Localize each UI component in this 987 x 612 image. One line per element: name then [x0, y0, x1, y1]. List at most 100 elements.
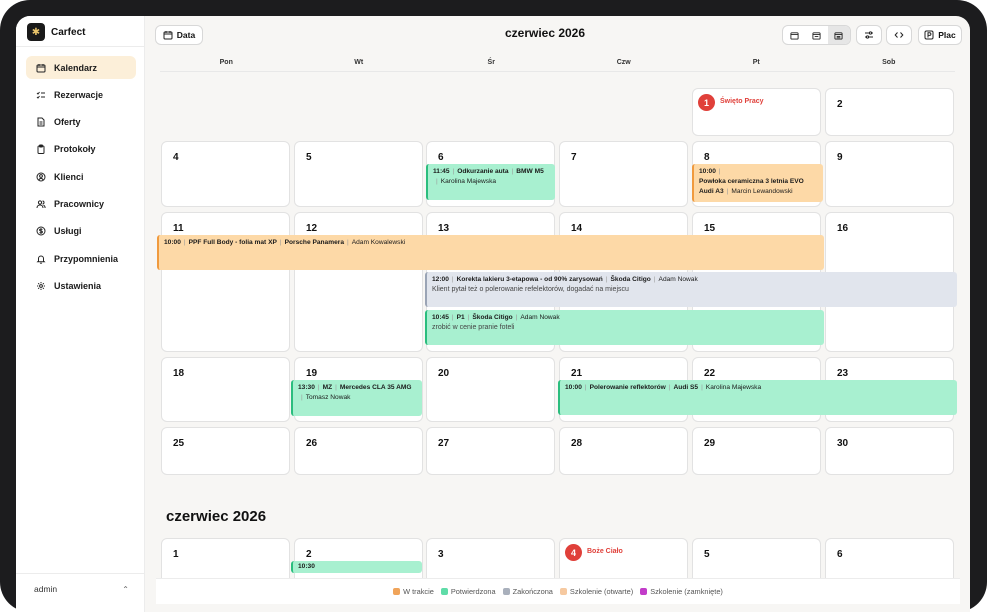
- day-cell[interactable]: 9: [825, 141, 954, 207]
- day-cell[interactable]: 30: [825, 427, 954, 475]
- weekday-label: Czw: [616, 59, 631, 66]
- day-number: 27: [438, 438, 450, 449]
- day-number: 16: [837, 223, 849, 234]
- brand-logo-icon: ✱: [27, 23, 45, 41]
- sidebar-item-ustawienia[interactable]: Ustawienia: [26, 274, 136, 297]
- event-car: Škoda Citigo: [472, 314, 513, 321]
- day-number: 18: [173, 368, 185, 379]
- view-switcher: [782, 25, 851, 45]
- day-cell[interactable]: 5: [294, 141, 423, 207]
- filter-button[interactable]: [856, 25, 882, 45]
- separator: |: [301, 394, 303, 401]
- calendar-day-icon: [790, 31, 799, 40]
- reservation-event[interactable]: 12:00 | Korekta lakieru 3-etapowa - od 90%…: [425, 272, 957, 307]
- event-time: 13:30: [298, 384, 315, 391]
- day-cell[interactable]: 4: [161, 141, 290, 207]
- sidebar-item-kalendarz[interactable]: Kalendarz: [26, 56, 136, 79]
- plac-label: Plac: [938, 30, 956, 40]
- date-picker-button[interactable]: Data: [155, 25, 203, 45]
- day-cell[interactable]: 12: [294, 212, 423, 352]
- day-cell[interactable]: 25: [161, 427, 290, 475]
- sidebar-item-uslugi[interactable]: Usługi: [26, 220, 136, 243]
- sidebar-item-przypomnienia[interactable]: Przypomnienia: [26, 247, 136, 270]
- reservation-event[interactable]: 11:45 | Odkurzanie auta | BMW M5 | Karolina M…: [426, 164, 555, 200]
- calendar-week-icon: [812, 31, 821, 40]
- sidebar-item-oferty[interactable]: Oferty: [26, 111, 136, 134]
- code-view-button[interactable]: [886, 25, 912, 45]
- calendar-toolbar: Data czerwiec 2026 Plac: [145, 16, 970, 54]
- reservation-event[interactable]: 10:00 | Polerowanie reflektorów | Audi S5 | Ka…: [558, 380, 957, 415]
- event-service: MZ: [322, 384, 333, 391]
- plac-button[interactable]: Plac: [918, 25, 962, 45]
- event-time: 10:45: [432, 314, 449, 321]
- legend-label: Zakończona: [512, 587, 553, 596]
- reservation-event[interactable]: 10:45 | P1 | Škoda Citigo | Adam Nowak zrobić …: [425, 310, 824, 345]
- day-number: 23: [837, 368, 849, 379]
- app-screen: ✱ Carfect Kalendarz Rezerwacje Oferty Pr…: [16, 16, 970, 612]
- day-cell[interactable]: 28: [559, 427, 688, 475]
- legend-swatch: [502, 588, 510, 595]
- sidebar-item-label: Ustawienia: [54, 280, 102, 291]
- sidebar-item-klienci[interactable]: Klienci: [26, 165, 136, 188]
- separator: |: [279, 239, 282, 246]
- day-number: 1: [173, 549, 179, 560]
- event-service: P1: [456, 314, 465, 321]
- sidebar-item-protokoly[interactable]: Protokoły: [26, 138, 136, 161]
- day-number: 2: [837, 99, 843, 110]
- separator: |: [668, 384, 671, 391]
- day-number: 5: [704, 549, 710, 560]
- day-view-button[interactable]: [783, 26, 805, 44]
- day-number: 13: [438, 223, 450, 234]
- event-person: Adam Nowak: [520, 314, 560, 321]
- dollar-circle-icon: [36, 226, 46, 236]
- day-cell[interactable]: 1 Święto Pracy: [692, 88, 821, 136]
- parking-icon: [924, 30, 934, 40]
- sidebar-item-label: Kalendarz: [54, 62, 98, 73]
- page-title: czerwiec 2026: [504, 26, 586, 40]
- user-menu[interactable]: admin ⌃: [34, 584, 129, 594]
- day-number: 9: [837, 152, 843, 163]
- event-car: Porsche Panamera: [284, 239, 344, 246]
- separator: |: [451, 276, 454, 283]
- event-car: Audi S5: [673, 384, 699, 391]
- day-cell[interactable]: 2: [825, 88, 954, 136]
- event-note: Klient pytał też o polerowanie refelekto…: [432, 286, 629, 293]
- users-icon: [36, 199, 46, 209]
- weekday-label: Sob: [882, 59, 896, 66]
- sliders-icon: [865, 31, 873, 39]
- week-view-button[interactable]: [805, 26, 827, 44]
- holiday-day-badge: 1: [698, 94, 715, 111]
- date-picker-label: Data: [176, 30, 196, 40]
- legend-swatch: [440, 588, 448, 595]
- day-cell[interactable]: 29: [692, 427, 821, 475]
- event-car: Mercedes CLA 35 AMG: [339, 384, 412, 391]
- status-legend: W trakcie Potwierdzona Zakończona Szkole…: [156, 578, 960, 604]
- month-view-button[interactable]: [827, 26, 850, 44]
- event-person: Adam Nowak: [658, 276, 698, 283]
- day-number: 30: [837, 438, 849, 449]
- calendar-icon: [36, 63, 46, 73]
- day-cell[interactable]: 11: [161, 212, 290, 352]
- day-number: 21: [571, 368, 583, 379]
- reservation-event[interactable]: 10:30: [291, 561, 422, 573]
- separator: |: [718, 168, 721, 175]
- reservation-event[interactable]: 10:00 | Powłoka ceramiczna 3 letnia EVO A…: [692, 164, 823, 202]
- day-number: 11: [173, 223, 184, 234]
- sidebar: ✱ Carfect Kalendarz Rezerwacje Oferty Pr…: [16, 16, 145, 612]
- day-number: 2: [306, 549, 312, 560]
- event-time: 10:00: [699, 168, 716, 175]
- sidebar-item-pracownicy[interactable]: Pracownicy: [26, 192, 136, 215]
- reservation-event[interactable]: 13:30 | MZ | Mercedes CLA 35 AMG | Tomasz Now…: [291, 380, 422, 416]
- event-car: Audi A3: [699, 188, 724, 195]
- day-cell[interactable]: 7: [559, 141, 688, 207]
- event-service: Powłoka ceramiczna 3 letnia EVO: [699, 178, 804, 185]
- day-cell[interactable]: 20: [426, 357, 555, 422]
- day-cell[interactable]: 27: [426, 427, 555, 475]
- reservation-event[interactable]: 10:00 | PPF Full Body - folia mat XP | Porsc…: [157, 235, 824, 270]
- day-cell[interactable]: 18: [161, 357, 290, 422]
- sidebar-item-rezerwacje[interactable]: Rezerwacje: [26, 83, 136, 106]
- day-cell[interactable]: 26: [294, 427, 423, 475]
- day-number: 28: [571, 438, 583, 449]
- sidebar-item-label: Klienci: [54, 171, 84, 182]
- event-time: 10:30: [298, 563, 315, 570]
